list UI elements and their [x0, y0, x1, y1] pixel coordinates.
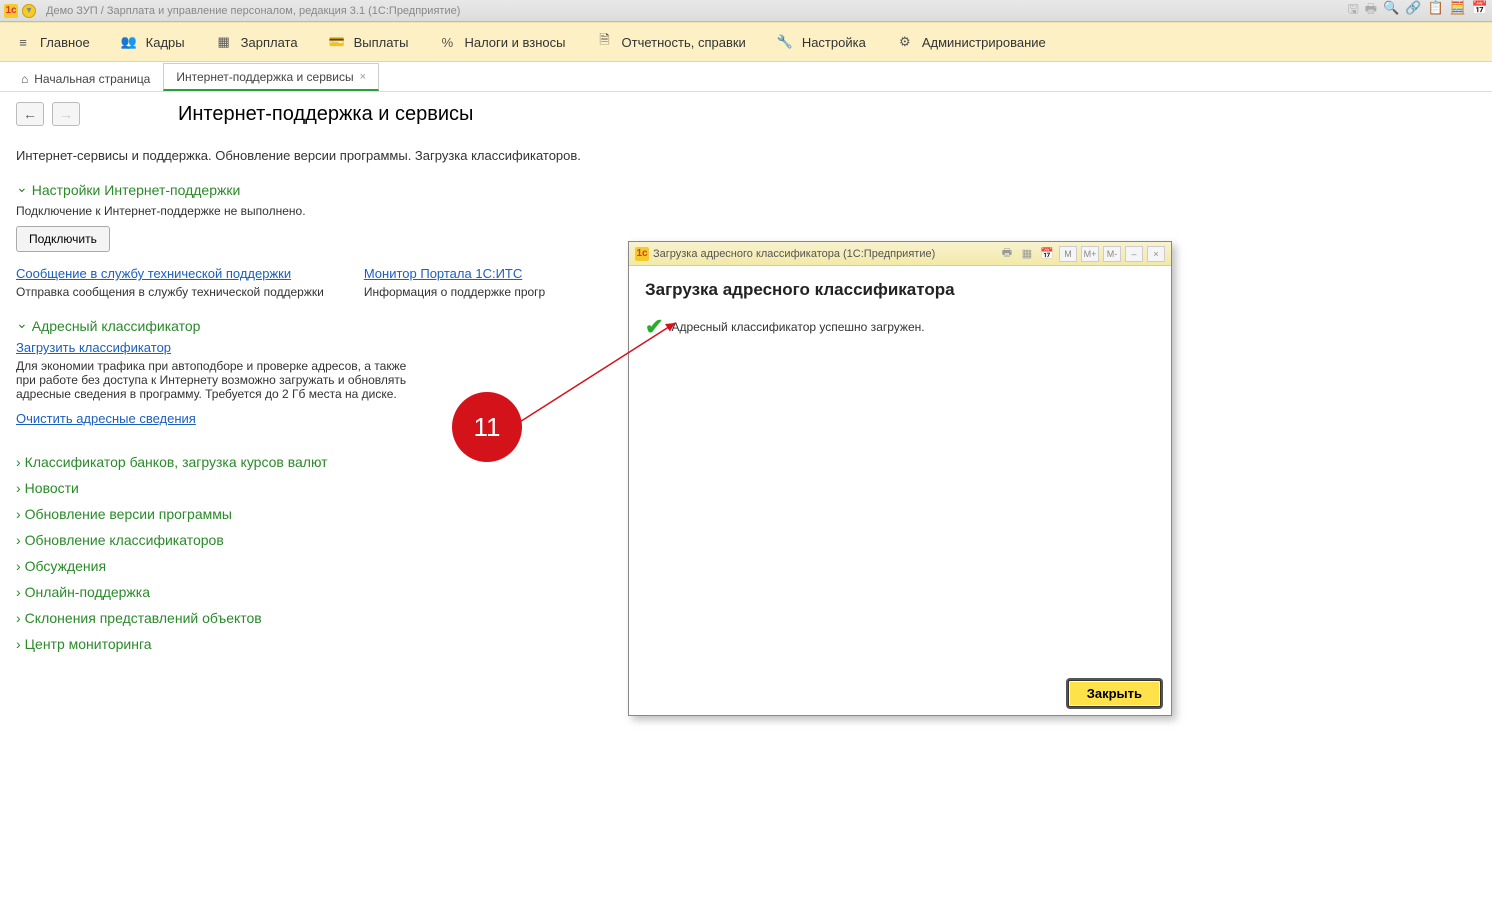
section-address-classifier-label: Адресный классификатор	[32, 318, 201, 334]
dialog-window-title: Загрузка адресного классификатора (1С:Пр…	[653, 248, 935, 260]
dialog-m-button[interactable]: M	[1059, 246, 1077, 262]
gear-icon: ⚙	[896, 33, 914, 51]
tabs-row: ⌂ Начальная страница Интернет-поддержка …	[0, 62, 1492, 92]
nav-main[interactable]: ≡ Главное	[8, 29, 96, 55]
close-icon[interactable]: ×	[360, 71, 366, 83]
dialog-load-classifier: 1c Загрузка адресного классификатора (1С…	[628, 241, 1172, 716]
dialog-titlebar[interactable]: 1c Загрузка адресного классификатора (1С…	[629, 242, 1171, 266]
nav-taxes-label: Налоги и взносы	[464, 35, 565, 50]
connection-status-text: Подключение к Интернет-поддержке не выпо…	[16, 204, 1476, 218]
nav-settings[interactable]: 🔧 Настройка	[770, 29, 872, 55]
its-monitor-desc: Информация о поддержке прогр	[364, 285, 545, 299]
nav-taxes[interactable]: % Налоги и взносы	[432, 29, 571, 55]
hamburger-icon: ≡	[14, 33, 32, 51]
clear-address-link[interactable]: Очистить адресные сведения	[16, 411, 196, 426]
back-button[interactable]: ←	[16, 102, 44, 126]
money-icon: 💳	[328, 33, 346, 51]
dialog-close-x-button[interactable]: ×	[1147, 246, 1165, 262]
nav-salary-label: Зарплата	[241, 35, 298, 50]
document-icon: 🗎	[596, 33, 614, 51]
dialog-print-icon[interactable]: 🖶	[999, 246, 1015, 262]
section-online-support-label: Онлайн-поддержка	[25, 584, 150, 600]
annotation-badge: 11	[452, 392, 522, 462]
dialog-message: Адресный классификатор успешно загружен.	[671, 320, 924, 334]
dialog-heading: Загрузка адресного классификатора	[645, 280, 1155, 300]
load-classifier-desc: Для экономии трафика при автоподборе и п…	[16, 359, 426, 401]
clipboard-icon[interactable]: 📋	[1427, 0, 1443, 22]
calendar-icon[interactable]: 📅	[1472, 0, 1488, 22]
support-message-link[interactable]: Сообщение в службу технической поддержки	[16, 266, 291, 281]
section-news-label: Новости	[25, 480, 79, 496]
support-message-desc: Отправка сообщения в службу технической …	[16, 285, 324, 299]
nav-hr-label: Кадры	[146, 35, 185, 50]
its-monitor-link[interactable]: Монитор Портала 1С:ИТС	[364, 266, 522, 281]
section-discussions-label: Обсуждения	[25, 558, 106, 574]
app-1c-icon: 1c	[4, 4, 18, 18]
nav-reports-label: Отчетность, справки	[622, 35, 746, 50]
nav-payments-label: Выплаты	[354, 35, 409, 50]
link-icon[interactable]: 🔗	[1405, 0, 1421, 22]
forward-button[interactable]: →	[52, 102, 80, 126]
titlebar-tools: 🖫 🖶 🔍 🔗 📋 🧮 📅	[1348, 0, 1488, 22]
nav-payments[interactable]: 💳 Выплаты	[322, 29, 415, 55]
dialog-1c-icon: 1c	[635, 247, 649, 261]
annotation-number: 11	[474, 412, 501, 443]
check-icon: ✔	[645, 314, 663, 340]
window-title: Демо ЗУП / Зарплата и управление персона…	[46, 5, 460, 17]
section-classifier-update-label: Обновление классификаторов	[25, 532, 224, 548]
section-internet-support[interactable]: Настройки Интернет-поддержки	[16, 181, 1476, 198]
nav-admin-label: Администрирование	[922, 35, 1046, 50]
window-titlebar: 1c ▾ Демо ЗУП / Зарплата и управление пе…	[0, 0, 1492, 22]
app-dropdown-icon[interactable]: ▾	[22, 4, 36, 18]
section-version-update-label: Обновление версии программы	[25, 506, 232, 522]
tab-current-label: Интернет-поддержка и сервисы	[176, 70, 353, 84]
page-description: Интернет-сервисы и поддержка. Обновление…	[16, 148, 1476, 163]
dialog-mminus-button[interactable]: M-	[1103, 246, 1121, 262]
section-bank-classifier-label: Классификатор банков, загрузка курсов ва…	[25, 454, 328, 470]
nav-reports[interactable]: 🗎 Отчетность, справки	[590, 29, 752, 55]
dialog-minimize-button[interactable]: –	[1125, 246, 1143, 262]
connect-button[interactable]: Подключить	[16, 226, 110, 252]
nav-hr[interactable]: 👥 Кадры	[114, 29, 191, 55]
save-icon[interactable]: 🖫	[1348, 0, 1359, 22]
dialog-calendar-icon[interactable]: 📅	[1039, 246, 1055, 262]
tab-current[interactable]: Интернет-поддержка и сервисы ×	[163, 63, 379, 91]
tab-home[interactable]: ⌂ Начальная страница	[8, 65, 163, 91]
nav-admin[interactable]: ⚙ Администрирование	[890, 29, 1052, 55]
wrench-icon: 🔧	[776, 33, 794, 51]
nav-salary[interactable]: ▦ Зарплата	[209, 29, 304, 55]
page-title: Интернет-поддержка и сервисы	[178, 103, 473, 126]
load-classifier-link[interactable]: Загрузить классификатор	[16, 340, 171, 355]
percent-icon: %	[438, 33, 456, 51]
tab-home-label: Начальная страница	[34, 72, 150, 86]
nav-main-label: Главное	[40, 35, 90, 50]
calc-icon[interactable]: 🧮	[1450, 0, 1466, 22]
dialog-grid-icon[interactable]: ▦	[1019, 246, 1035, 262]
section-declensions-label: Склонения представлений объектов	[25, 610, 262, 626]
people-icon: 👥	[120, 33, 138, 51]
dialog-close-button[interactable]: Закрыть	[1068, 680, 1161, 707]
home-icon: ⌂	[21, 72, 28, 86]
main-navigation: ≡ Главное 👥 Кадры ▦ Зарплата 💳 Выплаты %…	[0, 22, 1492, 62]
section-internet-support-label: Настройки Интернет-поддержки	[32, 182, 241, 198]
print-icon[interactable]: 🖶	[1365, 0, 1377, 22]
section-monitoring-label: Центр мониторинга	[25, 636, 152, 652]
table-icon: ▦	[215, 33, 233, 51]
search-icon[interactable]: 🔍	[1383, 0, 1399, 22]
dialog-mplus-button[interactable]: M+	[1081, 246, 1099, 262]
nav-settings-label: Настройка	[802, 35, 866, 50]
